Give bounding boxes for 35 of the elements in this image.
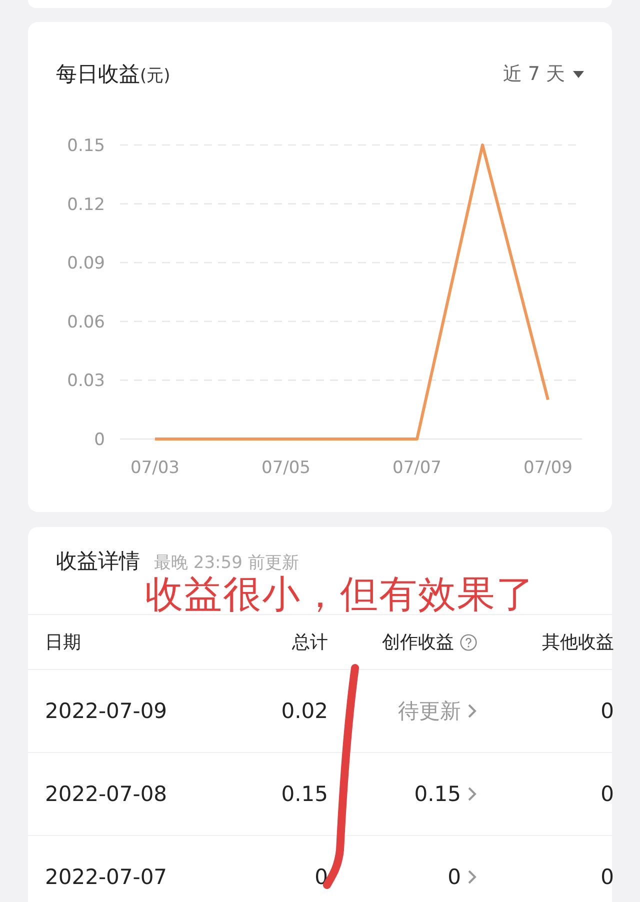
help-icon[interactable] (460, 634, 477, 650)
unit-label: (元) (140, 65, 170, 87)
chevron-icon (467, 786, 477, 802)
table-cell: 0 (600, 865, 614, 889)
creation-earnings-link[interactable]: 0 (448, 865, 477, 889)
chevron-icon (467, 869, 477, 885)
axis-label: 0.06 (67, 312, 105, 332)
table-cell-text: 2022-07-09 (45, 699, 168, 723)
handwritten-annotation: 收益很小，但有效果了 (145, 573, 535, 615)
axis-label: 0 (94, 430, 105, 450)
update-note: 最晚 23:59 前更新 (154, 552, 299, 574)
axis-label: 07/09 (524, 458, 572, 478)
axis-label: 0.12 (67, 194, 105, 215)
range-dropdown[interactable]: 近 7 天 (502, 61, 584, 87)
axis-label: 0.09 (67, 254, 105, 274)
card-title: 每日收益 (56, 61, 140, 88)
axis-label: 07/05 (262, 458, 310, 478)
column-header: 总计 (292, 631, 328, 654)
table-cell-text: 2022-07-08 (45, 782, 168, 806)
column-header: 其他收益 (542, 631, 614, 654)
card-title: 收益详情 (56, 548, 140, 575)
axis-label: 07/07 (392, 458, 442, 478)
axis-label: 0.03 (67, 371, 105, 392)
caret-icon (573, 70, 584, 78)
creation-earnings-link[interactable]: 0.15 (414, 782, 477, 806)
table-cell-text: 2022-07-07 (45, 865, 168, 889)
axis-label: 0.15 (67, 136, 105, 156)
column-header: 创作收益 (382, 631, 454, 654)
column-header: 日期 (45, 631, 82, 654)
chevron-icon (467, 703, 477, 719)
table-cell: 0 (600, 782, 614, 806)
table-cell: 0 (600, 699, 614, 723)
table-cell: 0.02 (281, 699, 328, 723)
axis-label: 07/03 (130, 458, 180, 478)
table-cell: 0.15 (281, 782, 328, 806)
